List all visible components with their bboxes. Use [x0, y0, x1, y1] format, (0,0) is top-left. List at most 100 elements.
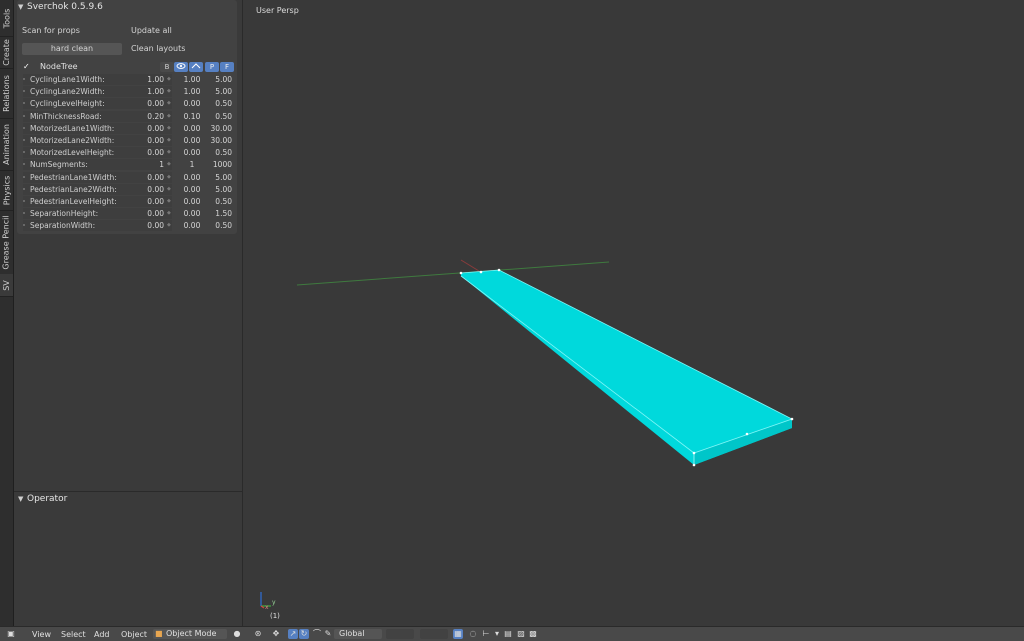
frame-number: (1) [270, 612, 280, 620]
update-all-button[interactable]: Update all [131, 25, 231, 37]
property-name: MotorizedLane1Width: [23, 122, 143, 134]
proportional-edit-icon[interactable]: ◌ [468, 629, 478, 639]
drag-handle-icon[interactable]: ◆ [167, 76, 171, 82]
hard-clean-button[interactable]: hard clean [22, 43, 122, 55]
property-max: 0.50 [215, 197, 232, 206]
vertex [479, 270, 483, 274]
property-min: 0.00 [183, 221, 201, 231]
sverchok-panel-header[interactable]: ▼ Sverchok 0.5.9.6 [17, 0, 237, 14]
property-keyframe-dot-icon[interactable] [23, 114, 25, 117]
render-animation-icon[interactable]: ▨ [516, 629, 526, 639]
view3d-header: ▣ View Select Add Object ■ Object Mode ●… [0, 626, 1024, 641]
layers-group-1[interactable] [386, 629, 414, 639]
property-min: 1.00 [183, 87, 201, 97]
property-row: MinThicknessRoad: 0.20 ◆ 0.10 0.50 [20, 110, 236, 122]
tab-tools[interactable]: Tools [0, 0, 13, 37]
property-name: PedestrianLane1Width: [23, 171, 143, 183]
fake-user-toggle[interactable]: F [220, 62, 234, 72]
gizmo-x-label: x [265, 604, 269, 611]
property-min: 0.00 [183, 99, 201, 109]
select-menu[interactable]: Select [61, 629, 86, 640]
drag-handle-icon[interactable]: ◆ [167, 113, 171, 119]
drag-handle-icon[interactable]: ◆ [167, 100, 171, 106]
property-keyframe-dot-icon[interactable] [23, 200, 25, 202]
operator-title: Operator [27, 494, 68, 504]
camera-render-icon[interactable]: ▩ [528, 629, 538, 639]
rotate-icon[interactable]: ↻ [299, 629, 309, 639]
orientation-selector[interactable]: Global [334, 629, 382, 639]
snap-target-icon[interactable]: ▾ [492, 629, 502, 639]
pivot-icon[interactable]: ⊛ [253, 629, 263, 639]
eye-toggle[interactable] [174, 62, 188, 72]
add-menu[interactable]: Add [94, 629, 110, 640]
property-min: 0.00 [183, 197, 201, 206]
property-keyframe-dot-icon[interactable] [23, 78, 25, 80]
3d-viewport[interactable]: User Persp y x (1) [242, 0, 1024, 626]
scan-for-props-button[interactable]: Scan for props [22, 25, 122, 37]
tab-animation[interactable]: Animation [0, 118, 13, 171]
property-keyframe-dot-icon[interactable] [23, 187, 25, 190]
animate-toggle[interactable] [189, 62, 203, 72]
property-max: 30.00 [210, 123, 232, 133]
clean-layouts-button[interactable]: Clean layouts [131, 43, 231, 55]
mode-selector[interactable]: ■ Object Mode [153, 629, 227, 639]
drag-handle-icon[interactable]: ◆ [167, 174, 171, 180]
drag-handle-icon[interactable]: ◆ [167, 198, 171, 204]
property-name: PedestrianLane2Width: [23, 183, 143, 195]
x-axis-line [296, 261, 610, 286]
tab-physics-label: Physics [2, 175, 11, 205]
snap-icon[interactable]: ⊢ [481, 629, 491, 639]
property-keyframe-dot-icon[interactable] [23, 175, 25, 178]
opengl-render-icon[interactable]: ▤ [503, 629, 513, 639]
tab-grease-pencil-label: Grease Pencil [2, 214, 11, 270]
drag-handle-icon[interactable]: ◆ [167, 186, 171, 192]
drag-handle-icon[interactable]: ◆ [167, 210, 171, 216]
editor-type-icon[interactable]: ▣ [6, 629, 16, 639]
property-keyframe-dot-icon[interactable] [23, 139, 25, 141]
scale-icon[interactable]: ⌒ [312, 629, 322, 639]
property-max: 1000 [212, 160, 232, 170]
tab-sv[interactable]: SV [0, 274, 13, 297]
road-mesh-top[interactable] [461, 270, 792, 465]
property-max: 0.50 [215, 99, 232, 109]
link-icon [191, 63, 201, 69]
property-row: SeparationWidth: 0.00 ◆ 0.00 0.50 [20, 219, 236, 232]
drag-handle-icon[interactable]: ◆ [167, 222, 171, 228]
drag-handle-icon[interactable]: ◆ [167, 149, 171, 155]
layer-lock-icon[interactable]: ▦ [453, 629, 463, 639]
process-toggle[interactable]: P [205, 62, 219, 72]
translate-icon[interactable]: ↗ [288, 629, 298, 639]
manipulator-icon[interactable]: ✥ [271, 629, 281, 639]
property-name: NumSegments: [23, 159, 143, 171]
drag-handle-icon[interactable]: ◆ [167, 137, 171, 143]
drag-handle-icon[interactable]: ◆ [167, 161, 171, 167]
vertex [692, 451, 696, 455]
property-keyframe-dot-icon[interactable] [23, 126, 25, 129]
shading-sphere-icon[interactable]: ● [232, 629, 242, 639]
tab-create[interactable]: Create [0, 36, 13, 69]
tab-relations[interactable]: Relations [0, 68, 13, 119]
node-tree-checkbox[interactable]: ✓ [23, 62, 30, 71]
object-menu[interactable]: Object [121, 629, 147, 640]
drag-handle-icon[interactable]: ◆ [167, 88, 171, 94]
view-menu[interactable]: View [32, 629, 51, 640]
property-name: MotorizedLevelHeight: [23, 147, 143, 159]
vertex [692, 463, 696, 467]
node-tree-header: ✓ NodeTree B P F [20, 62, 236, 73]
property-name: CyclingLane1Width: [23, 74, 143, 85]
layers-group-2[interactable] [420, 629, 448, 639]
pen-icon[interactable]: ✎ [323, 629, 333, 639]
bake-toggle[interactable]: B [160, 62, 174, 72]
property-max: 1.50 [215, 209, 232, 219]
tab-physics[interactable]: Physics [0, 170, 13, 211]
cube-icon: ■ [155, 629, 163, 638]
property-name: SeparationHeight: [23, 208, 143, 220]
property-row: CyclingLane2Width: 1.00 ◆ 1.00 5.00 [20, 85, 236, 98]
tab-tools-label: Tools [2, 8, 11, 28]
tab-grease-pencil[interactable]: Grease Pencil [0, 210, 13, 275]
tab-create-label: Create [2, 38, 11, 66]
operator-panel-header[interactable]: ▼ Operator [14, 492, 242, 506]
drag-handle-icon[interactable]: ◆ [167, 125, 171, 131]
property-min: 1.00 [183, 75, 201, 84]
node-tree-name: NodeTree [40, 62, 78, 71]
